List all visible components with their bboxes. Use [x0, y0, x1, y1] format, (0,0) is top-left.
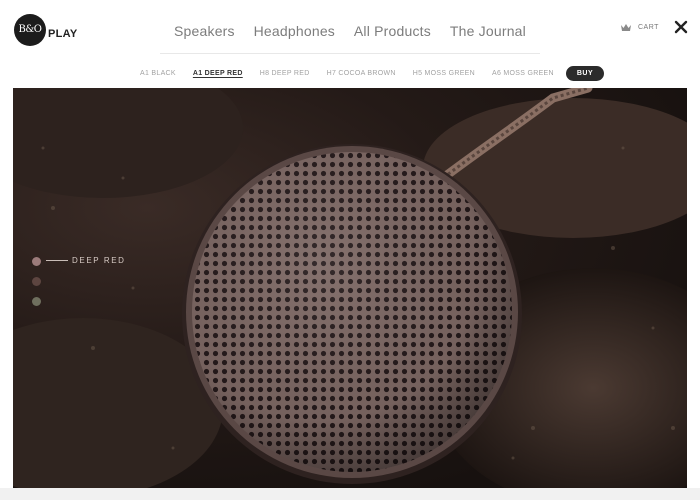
product-subnav: A1 BLACK A1 DEEP RED H8 DEEP RED H7 COCO…	[140, 62, 605, 84]
swatch-deep-red[interactable]	[32, 257, 41, 266]
logo-wordmark: PLAY	[48, 28, 78, 40]
swatch-brown[interactable]	[32, 277, 41, 286]
nav-headphones[interactable]: Headphones	[254, 16, 335, 53]
brand-logo[interactable]: B&O PLAY	[14, 14, 78, 46]
close-icon[interactable]	[672, 18, 690, 36]
subnav-h5-moss-green[interactable]: H5 MOSS GREEN	[413, 70, 475, 77]
subnav-h7-cocoa-brown[interactable]: H7 COCOA BROWN	[327, 70, 396, 77]
selected-color-label: DEEP RED	[46, 256, 126, 265]
hero-product-image: DEEP RED	[13, 88, 687, 488]
subnav-a1-deep-red[interactable]: A1 DEEP RED	[193, 70, 243, 77]
cart-button[interactable]: CART	[620, 19, 659, 35]
subnav-a6-moss-green[interactable]: A6 MOSS GREEN	[492, 70, 554, 77]
label-divider	[46, 260, 68, 261]
subnav-a1-black[interactable]: A1 BLACK	[140, 70, 176, 77]
nav-the-journal[interactable]: The Journal	[450, 16, 526, 53]
buy-button[interactable]: BUY	[565, 65, 605, 81]
color-swatches: DEEP RED	[32, 256, 124, 317]
hero-illustration	[13, 88, 687, 488]
site-header: B&O PLAY Speakers Headphones All Product…	[0, 0, 700, 88]
speaker-shading	[192, 152, 512, 472]
rock-shape	[13, 88, 243, 198]
cart-label: CART	[638, 23, 659, 31]
page-footer-strip	[0, 488, 700, 500]
nav-speakers[interactable]: Speakers	[174, 16, 235, 53]
logo-mark: B&O	[14, 14, 46, 46]
main-navigation: Speakers Headphones All Products The Jou…	[160, 16, 540, 54]
crown-icon	[621, 23, 631, 31]
swatch-moss-green[interactable]	[32, 297, 41, 306]
selected-color-text: DEEP RED	[72, 256, 126, 265]
subnav-h8-deep-red[interactable]: H8 DEEP RED	[260, 70, 310, 77]
nav-all-products[interactable]: All Products	[354, 16, 431, 53]
